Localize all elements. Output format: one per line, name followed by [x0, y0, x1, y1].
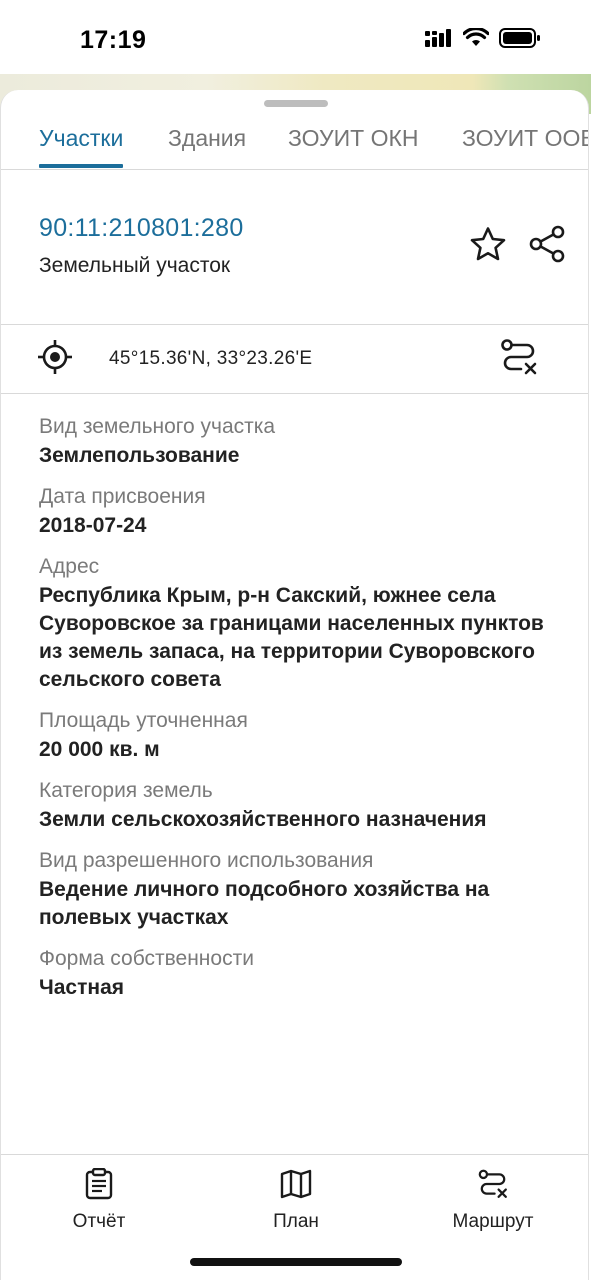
route-button[interactable]: [497, 337, 541, 381]
field-area: Площадь уточненная 20 000 кв. м: [39, 706, 559, 764]
field-value: Частная: [39, 976, 125, 999]
field-value: 2018-07-24: [39, 514, 147, 537]
field-label: Дата присвоения: [39, 485, 206, 508]
status-bar: 17:19: [0, 0, 591, 78]
plan-button[interactable]: План: [226, 1167, 366, 1233]
tab-zouit-oov[interactable]: ЗОУИТ ООВ: [462, 118, 588, 168]
star-icon: [469, 226, 507, 267]
clipboard-icon: [29, 1167, 169, 1201]
sheet-grabber[interactable]: [264, 100, 328, 107]
locate-button[interactable]: [33, 337, 77, 381]
crosshair-icon: [38, 339, 72, 379]
field-permitted-use: Вид разрешенного использования Ведение л…: [39, 846, 559, 932]
field-value: Республика Крым, р-н Сакский, южнее села…: [39, 584, 544, 691]
field-value: Земли сельскохозяйственного назначения: [39, 808, 487, 831]
field-label: Категория земель: [39, 779, 213, 802]
report-button[interactable]: Отчёт: [29, 1167, 169, 1233]
share-icon: [527, 224, 567, 269]
share-button[interactable]: [525, 224, 569, 268]
route-nav-button[interactable]: Маршрут: [423, 1167, 563, 1233]
parcel-info-sheet: Участки Здания ЗОУИТ ОКН ЗОУИТ ООВ 90:11…: [0, 90, 589, 1280]
field-label: Площадь уточненная: [39, 709, 248, 732]
coordinates-row: 45°15.36'N, 33°23.26'E: [1, 325, 588, 394]
coordinates-text[interactable]: 45°15.36'N, 33°23.26'E: [109, 348, 312, 370]
map-icon: [226, 1167, 366, 1201]
field-assignment-date: Дата присвоения 2018-07-24: [39, 482, 559, 540]
route-icon: [499, 337, 539, 382]
field-value: 20 000 кв. м: [39, 738, 160, 761]
category-tabs: Участки Здания ЗОУИТ ОКН ЗОУИТ ООВ: [1, 110, 588, 170]
route-icon: [423, 1167, 563, 1201]
field-value: Ведение личного подсобного хозяйства на …: [39, 878, 490, 929]
tab-zouit-okn[interactable]: ЗОУИТ ОКН: [288, 118, 419, 168]
tab-buildings[interactable]: Здания: [168, 118, 246, 168]
parcel-type: Земельный участок: [39, 254, 231, 277]
cadastral-number[interactable]: 90:11:210801:280: [39, 214, 244, 243]
parcel-details: Вид земельного участка Землепользование …: [39, 412, 559, 1014]
wifi-icon: [462, 26, 490, 53]
status-icons: [425, 26, 541, 53]
route-label: Маршрут: [452, 1211, 534, 1232]
field-label: Адрес: [39, 555, 100, 578]
report-label: Отчёт: [72, 1211, 126, 1232]
field-value: Землепользование: [39, 444, 240, 467]
home-indicator[interactable]: [190, 1258, 402, 1266]
status-time: 17:19: [80, 26, 147, 54]
plan-label: План: [273, 1211, 319, 1232]
field-label: Форма собственности: [39, 947, 254, 970]
parcel-header: 90:11:210801:280 Земельный участок: [1, 170, 588, 325]
field-ownership: Форма собственности Частная: [39, 944, 559, 1002]
cellular-signal-icon: [425, 29, 453, 52]
field-address: Адрес Республика Крым, р-н Сакский, южне…: [39, 552, 559, 694]
tab-parcels[interactable]: Участки: [39, 118, 124, 168]
battery-icon: [499, 28, 541, 53]
field-label: Вид земельного участка: [39, 415, 276, 438]
field-label: Вид разрешенного использования: [39, 849, 374, 872]
favorite-button[interactable]: [466, 224, 510, 268]
field-land-type: Вид земельного участка Землепользование: [39, 412, 559, 470]
field-land-category: Категория земель Земли сельскохозяйствен…: [39, 776, 559, 834]
